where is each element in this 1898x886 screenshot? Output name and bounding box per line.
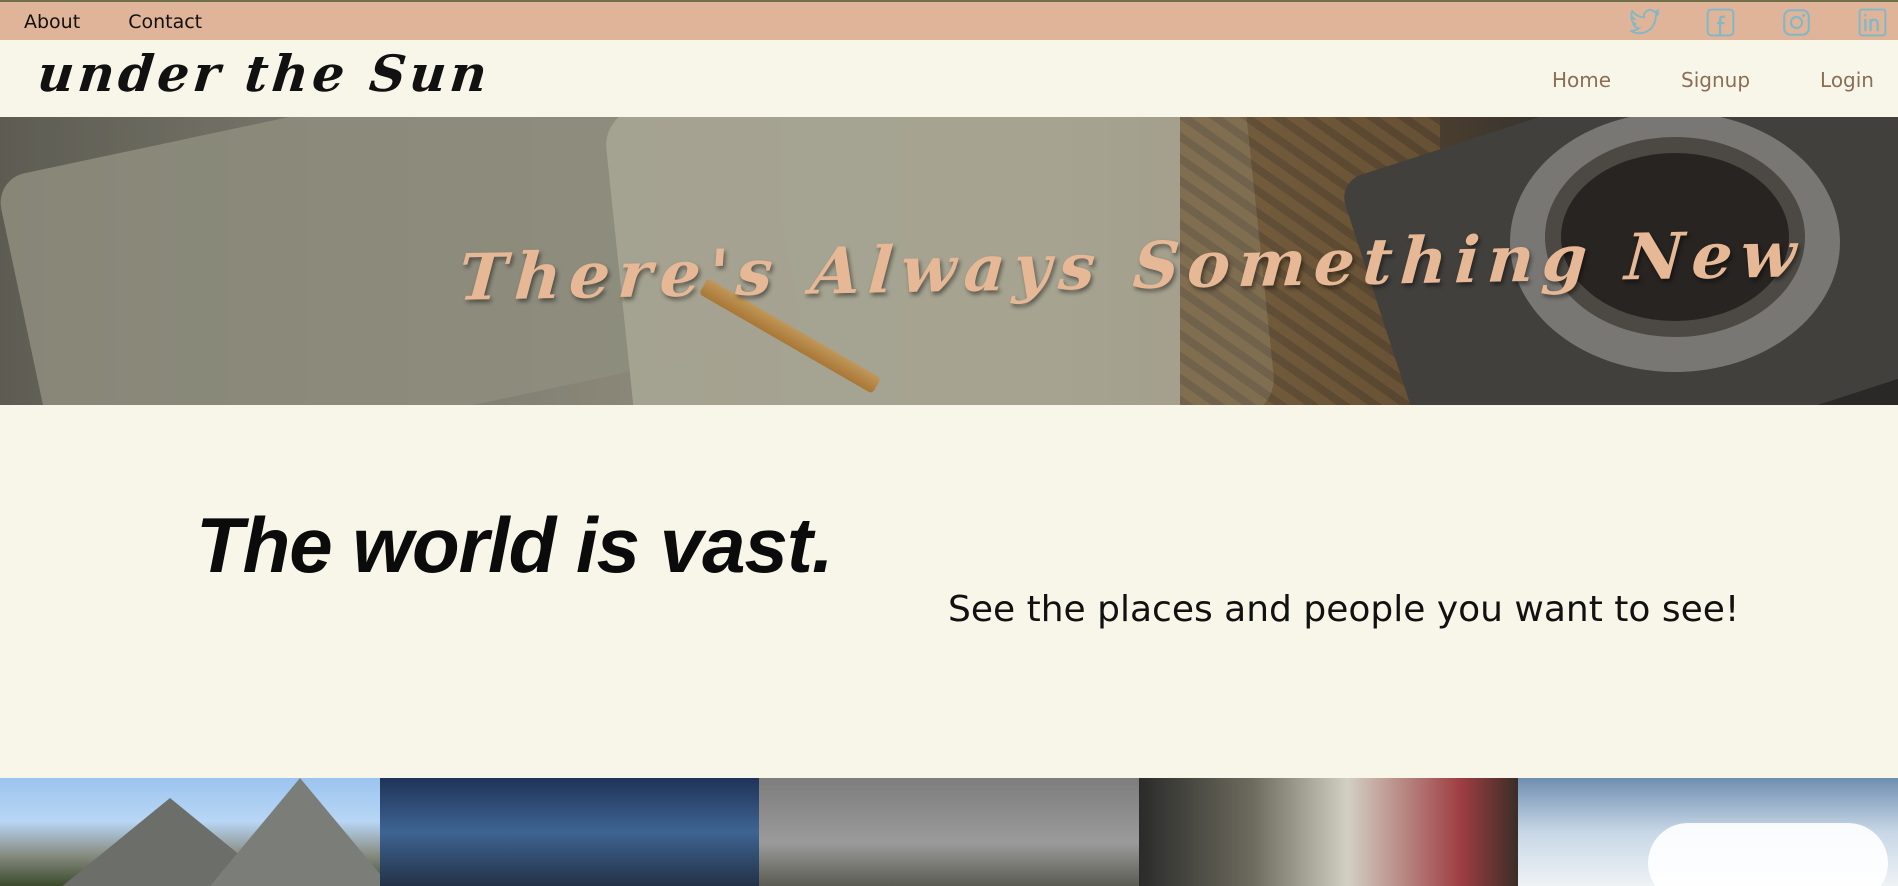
linkedin-icon[interactable] xyxy=(1857,7,1888,38)
sky-clouds-photo[interactable] xyxy=(1518,778,1898,886)
main-nav: Home Signup Login xyxy=(1552,68,1874,92)
photo-gallery xyxy=(0,778,1898,886)
notebook-photo[interactable] xyxy=(1138,778,1519,886)
night-city-photo[interactable] xyxy=(379,778,760,886)
social-icons xyxy=(1629,7,1888,38)
site-header: under the Sun Home Signup Login xyxy=(0,40,1898,117)
facebook-icon[interactable] xyxy=(1705,7,1736,38)
contact-link[interactable]: Contact xyxy=(128,11,202,33)
about-link[interactable]: About xyxy=(24,11,80,33)
site-logo[interactable]: under the Sun xyxy=(35,44,494,103)
top-utility-bar: About Contact xyxy=(0,0,1898,40)
twitter-icon[interactable] xyxy=(1629,7,1660,38)
mountain-photo[interactable] xyxy=(0,778,380,886)
nav-login[interactable]: Login xyxy=(1820,68,1874,92)
instagram-icon[interactable] xyxy=(1781,7,1812,38)
hero-banner: There's Always Something New xyxy=(0,117,1898,405)
mountain-peak-shape xyxy=(210,778,380,886)
nav-signup[interactable]: Signup xyxy=(1681,68,1750,92)
nav-home[interactable]: Home xyxy=(1552,68,1611,92)
cloudy-field-photo[interactable] xyxy=(759,778,1139,886)
intro-subtitle: See the places and people you want to se… xyxy=(948,589,1740,630)
intro-title: The world is vast. xyxy=(196,501,834,589)
cloud-shape xyxy=(1648,823,1889,886)
top-links: About Contact xyxy=(24,11,202,33)
